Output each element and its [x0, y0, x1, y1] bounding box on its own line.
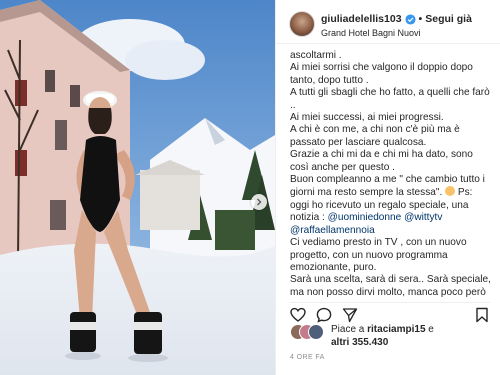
chevron-right-icon: [257, 198, 262, 206]
post-timestamp[interactable]: 4 ORE FA: [290, 354, 325, 361]
post-header: giuliadelellis103 • Segui già Grand Hote…: [276, 0, 500, 44]
likes-summary: Piace a ritaciampi15 e altri 355.430: [331, 324, 491, 349]
carousel-next-button[interactable]: [251, 194, 267, 210]
mention-link[interactable]: @raffaellamennoia: [290, 225, 375, 236]
heart-icon[interactable]: [290, 307, 306, 323]
mention-link[interactable]: @uominiedonne: [328, 212, 402, 223]
separator-dot: •: [418, 13, 423, 25]
post-side-panel: giuliadelellis103 • Segui già Grand Hote…: [275, 0, 500, 375]
verified-badge-icon: [405, 13, 416, 25]
mention-link[interactable]: @wittytv: [404, 212, 442, 223]
likes-row: Piace a ritaciampi15 e altri 355.430: [290, 324, 490, 348]
likes-suffix: e: [425, 324, 434, 335]
username-row: giuliadelellis103 • Segui già: [321, 13, 472, 25]
instagram-post: giuliadelellis103 • Segui già Grand Hote…: [0, 0, 500, 375]
liker-username-link[interactable]: ritaciampi15: [367, 324, 425, 335]
caption-line: A chi è con me, a chi non c'è più ma è p…: [290, 124, 460, 148]
bookmark-icon[interactable]: [474, 307, 490, 323]
photo-illustration: [0, 0, 275, 375]
caption-line: Sarà una scelta, sarà di sera.. Sarà spe…: [290, 274, 491, 298]
caption-line: Ci vediamo presto in TV , con un nuovo p…: [290, 237, 467, 273]
caption-line: A tutti gli sbagli che ho fatto, a quell…: [290, 87, 490, 111]
share-icon[interactable]: [342, 307, 358, 323]
avatar: [308, 324, 324, 340]
caption-line: Ai miei sorrisi che valgono il doppio do…: [290, 62, 473, 86]
caption-line: Buon compleanno a me " che cambio tutto …: [290, 174, 492, 237]
liker-avatars: [290, 324, 326, 340]
caption-line: ascoltarmi .: [290, 50, 342, 61]
caption-line: Ai miei successi, ai miei progressi.: [290, 112, 444, 124]
likes-count-link[interactable]: altri 355.430: [331, 337, 388, 348]
action-bar: [290, 302, 490, 323]
likes-prefix: Piace a: [331, 324, 368, 335]
post-caption: ascoltarmi . Ai miei sorrisi che valgono…: [290, 50, 492, 306]
caption-line: Grazie a chi mi da e chi mi ha dato, son…: [290, 149, 473, 173]
location-link[interactable]: Grand Hotel Bagni Nuovi: [321, 28, 421, 38]
emoji-icon: [445, 186, 456, 197]
follow-button[interactable]: Segui già: [425, 13, 472, 25]
comment-icon[interactable]: [316, 307, 332, 323]
avatar[interactable]: [289, 11, 315, 37]
post-photo[interactable]: [0, 0, 275, 375]
username-link[interactable]: giuliadelellis103: [321, 13, 402, 25]
